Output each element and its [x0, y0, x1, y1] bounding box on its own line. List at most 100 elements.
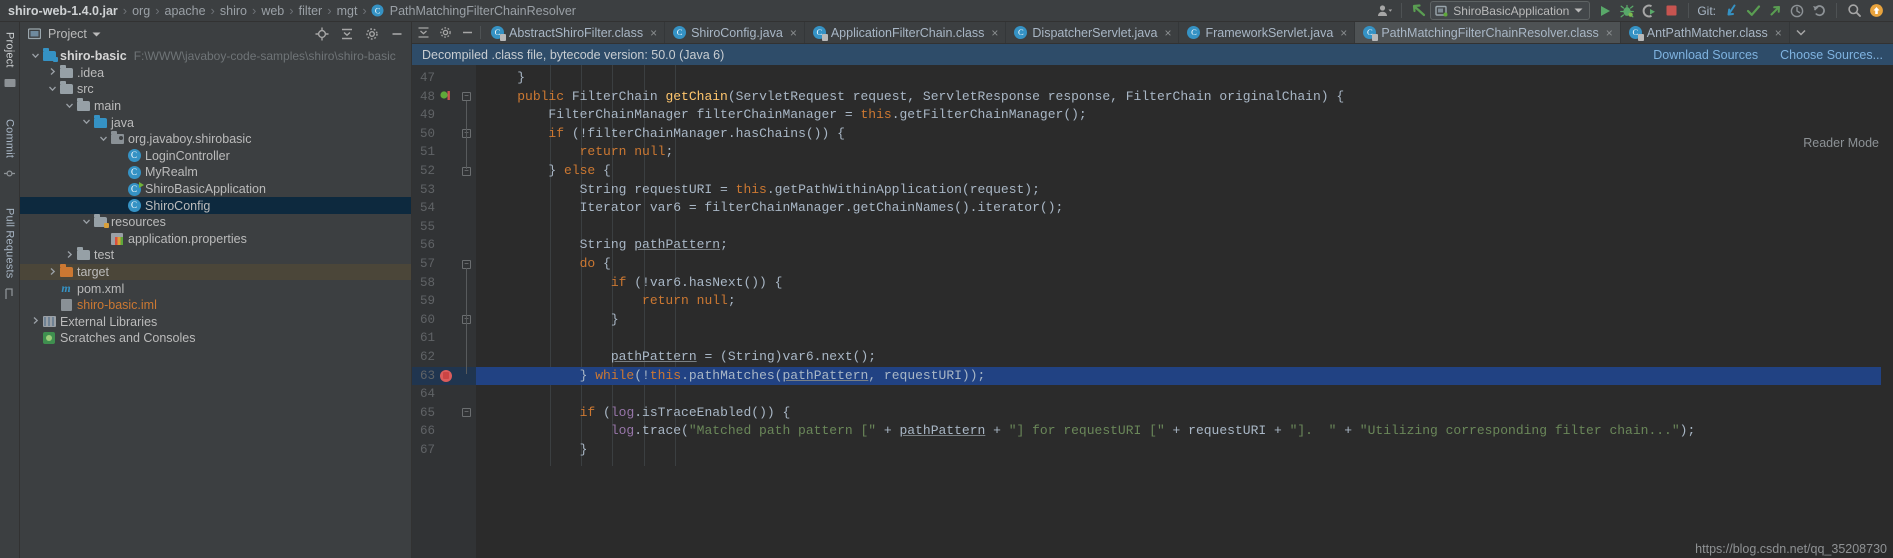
breadcrumb[interactable]: shiro-web-1.4.0.jar › org › apache › shiro › web… [7, 3, 577, 18]
collapse-all-icon[interactable] [337, 24, 357, 44]
chevron-down-icon[interactable] [47, 84, 58, 95]
tree-item-main[interactable]: main [20, 98, 411, 115]
code-line[interactable]: pathPattern = (String)var6.next(); [486, 348, 876, 367]
bookmarks-icon[interactable] [4, 78, 16, 91]
chevron-down-icon[interactable] [64, 101, 75, 112]
chevron-down-icon[interactable] [1790, 22, 1812, 43]
user-badge-icon[interactable] [1865, 1, 1887, 21]
tree-item-target[interactable]: target [20, 263, 411, 281]
git-push-icon[interactable] [1764, 1, 1786, 21]
stop-icon[interactable] [1660, 1, 1682, 21]
code-line[interactable]: FilterChainManager filterChainManager = … [486, 106, 1086, 125]
chevron-down-icon[interactable] [30, 51, 41, 62]
run-method-gutter-icon[interactable] [440, 90, 450, 103]
chevron-down-icon[interactable] [81, 117, 92, 128]
close-icon[interactable]: × [1340, 26, 1347, 40]
tree-item-src[interactable]: src [20, 81, 411, 98]
breadcrumb-item[interactable]: shiro [219, 4, 248, 18]
editor-tab-dispatcherservlet-java[interactable]: C DispatcherServlet.java × [1006, 22, 1180, 43]
code-line[interactable]: } [486, 311, 619, 330]
code-fold-toggle[interactable]: − [462, 408, 471, 418]
code-line[interactable]: } [486, 441, 588, 460]
code-line[interactable]: return null; [486, 143, 674, 162]
editor-tab-applicationfilterchain-class[interactable]: C ApplicationFilterChain.class × [805, 22, 1007, 43]
code-fold-toggle[interactable]: − [462, 259, 471, 269]
close-icon[interactable]: × [991, 26, 998, 40]
close-icon[interactable]: × [650, 26, 657, 40]
tree-item-application-properties[interactable]: application.properties [20, 231, 411, 248]
tree-item-resources[interactable]: resources [20, 214, 411, 231]
code-fold-toggle[interactable]: − [462, 92, 471, 102]
search-everywhere-icon[interactable] [1843, 1, 1865, 21]
tree-item-external-libraries[interactable]: External Libraries [20, 314, 411, 331]
tree-item-logincontroller[interactable]: C LoginController [20, 148, 411, 165]
code-line[interactable]: public FilterChain getChain(ServletReque… [486, 88, 1344, 107]
code-line[interactable]: } else { [486, 162, 610, 181]
editor-tab-frameworkservlet-java[interactable]: C FrameworkServlet.java × [1179, 22, 1356, 43]
code-fold-toggle[interactable]: − [462, 129, 471, 139]
settings-icon[interactable] [362, 24, 382, 44]
code-line[interactable]: } [486, 69, 525, 88]
hide-icon[interactable] [387, 24, 407, 44]
run-icon[interactable] [1594, 1, 1616, 21]
close-icon[interactable]: × [1775, 26, 1782, 40]
code-line[interactable]: String pathPattern; [486, 236, 728, 255]
reader-mode-label[interactable]: Reader Mode [1803, 136, 1879, 150]
code-fold-toggle[interactable]: − [462, 315, 471, 325]
tree-item-shiro-basic-iml[interactable]: shiro-basic.iml [20, 297, 411, 314]
chevron-right-icon[interactable] [30, 316, 41, 327]
code-line[interactable]: String requestURI = this.getPathWithinAp… [486, 181, 1040, 200]
breakpoint-marker[interactable] [440, 369, 452, 382]
updates-icon[interactable] [1408, 1, 1430, 21]
breadcrumb-item[interactable]: web [260, 4, 285, 18]
editor-tab-shiroconfig-java[interactable]: C ShiroConfig.java × [665, 22, 805, 43]
git-commit-icon[interactable] [1742, 1, 1764, 21]
tree-item-test[interactable]: test [20, 247, 411, 264]
chevron-down-icon[interactable] [92, 31, 101, 38]
git-history-icon[interactable] [1786, 1, 1808, 21]
locate-icon[interactable] [312, 24, 332, 44]
run-with-coverage-icon[interactable] [1638, 1, 1660, 21]
run-configuration-selector[interactable]: ShiroBasicApplication [1430, 1, 1591, 20]
collapse-icon[interactable] [412, 22, 434, 43]
settings-icon[interactable] [434, 22, 456, 43]
tree-item-org-javaboy-shirobasic[interactable]: org.javaboy.shirobasic [20, 131, 411, 148]
tree-item-pom-xml[interactable]: m pom.xml [20, 280, 411, 297]
code-fold-toggle[interactable]: − [462, 166, 471, 176]
tree-item-scratches-and-consoles[interactable]: Scratches and Consoles [20, 330, 411, 347]
tool-window-tab-project[interactable]: Project [2, 26, 18, 74]
project-tree[interactable]: shiro-basic F:\WWW\javaboy-code-samples\s… [20, 46, 411, 558]
code-line[interactable]: if (!filterChainManager.hasChains()) { [486, 125, 844, 144]
chevron-right-icon[interactable] [47, 267, 58, 278]
close-icon[interactable]: × [1606, 26, 1613, 40]
code-line[interactable]: } while(!this.pathMatches(pathPattern, r… [486, 367, 986, 386]
tool-window-tab-pull-requests[interactable]: Pull Requests [2, 202, 18, 284]
chevron-down-icon[interactable] [98, 134, 109, 145]
git-update-icon[interactable] [1720, 1, 1742, 21]
editor-scrollbar[interactable] [1881, 65, 1893, 558]
tree-item-shiroconfig[interactable]: C ShiroConfig [20, 197, 411, 214]
chevron-right-icon[interactable] [64, 250, 75, 261]
code-line[interactable]: if (!var6.hasNext()) { [486, 274, 783, 293]
code-line[interactable]: do { [486, 255, 611, 274]
tool-window-tab-commit[interactable]: Commit [2, 113, 18, 164]
tree-item-java[interactable]: java [20, 114, 411, 131]
breadcrumb-item[interactable]: PathMatchingFilterChainResolver [389, 4, 577, 18]
editor-tab-pathmatchingfilterchainresolver-class[interactable]: C PathMatchingFilterChainResolver.class × [1355, 22, 1621, 43]
download-sources-link[interactable]: Download Sources [1653, 48, 1758, 62]
code-content[interactable]: } public FilterChain getChain(ServletReq… [476, 65, 1893, 558]
debug-icon[interactable] [1616, 1, 1638, 21]
chevron-right-icon[interactable] [47, 67, 58, 78]
breadcrumb-item[interactable]: org [131, 4, 151, 18]
breadcrumb-item[interactable]: apache [164, 4, 207, 18]
breadcrumb-item[interactable]: mgt [336, 4, 359, 18]
close-icon[interactable]: × [1164, 26, 1171, 40]
choose-sources-link[interactable]: Choose Sources... [1780, 48, 1883, 62]
editor-tab-antpathmatcher-class[interactable]: C AntPathMatcher.class × [1621, 22, 1790, 43]
breadcrumb-item[interactable]: shiro-web-1.4.0.jar [7, 4, 119, 18]
code-line[interactable]: if (log.isTraceEnabled()) { [486, 404, 791, 423]
code-line[interactable]: log.trace("Matched path pattern [" + pat… [486, 422, 1695, 441]
tree-item-idea[interactable]: .idea [20, 64, 411, 82]
tree-item-shirobasicapplication[interactable]: C ShiroBasicApplication [20, 181, 411, 198]
tree-item-myrealm[interactable]: C MyRealm [20, 164, 411, 181]
